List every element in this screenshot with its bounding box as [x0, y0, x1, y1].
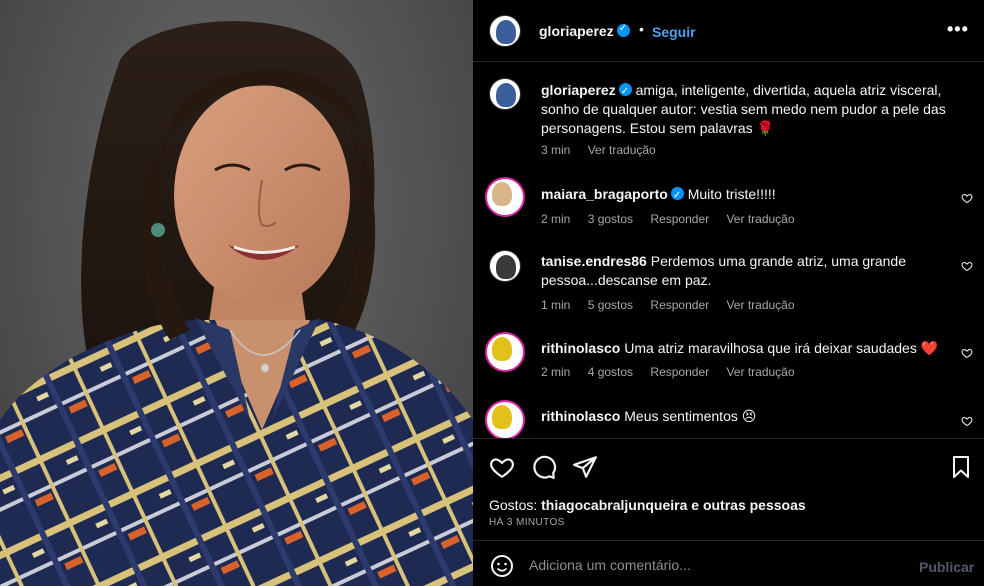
comment-translate-button[interactable]: Ver tradução	[726, 365, 794, 379]
caption-time: 3 min	[541, 143, 571, 157]
caption-text-block: gloriaperez amiga, inteligente, divertid…	[541, 81, 961, 138]
post-header: gloriaperez • Seguir •••	[473, 0, 984, 62]
comment-text-block: rithinolasco Meus sentimentos 😣	[541, 407, 961, 426]
comment-meta: 2 min 3 gostos Responder Ver tradução	[541, 212, 809, 226]
comment-like-heart-icon[interactable]	[961, 415, 973, 427]
comment-translate-button[interactable]: Ver tradução	[726, 212, 794, 226]
caption-translate-button[interactable]: Ver tradução	[588, 143, 656, 157]
comment-username[interactable]: tanise.endres86	[541, 253, 647, 269]
comment-avatar-image	[492, 405, 512, 429]
comment-input[interactable]	[529, 553, 889, 577]
comment-text-block: maiara_bragaporto Muito triste!!!!!	[541, 185, 961, 205]
bookmark-icon[interactable]	[949, 454, 973, 480]
caption-meta: 3 min Ver tradução	[541, 143, 670, 157]
post-actions-section: Gostos: thiagocabraljunqueira e outras p…	[473, 438, 984, 586]
likes-text[interactable]: thiagocabraljunqueira e outras pessoas	[541, 497, 806, 513]
more-options-icon[interactable]: •••	[947, 19, 969, 40]
comment-avatar[interactable]	[485, 177, 525, 217]
comment-like-heart-icon[interactable]	[961, 192, 973, 204]
comment-text: Meus sentimentos 😣	[624, 408, 757, 424]
comment-likes-button[interactable]: 5 gostos	[588, 298, 633, 312]
comment-reply-button[interactable]: Responder	[650, 212, 709, 226]
comment-meta: 2 min 4 gostos Responder Ver tradução	[541, 365, 809, 379]
comments-list[interactable]: gloriaperez amiga, inteligente, divertid…	[473, 62, 984, 438]
author-avatar-image	[496, 20, 516, 44]
portrait-illustration	[0, 21, 473, 586]
author-username-link[interactable]: gloriaperez	[539, 23, 630, 39]
comment-likes-button[interactable]: 3 gostos	[588, 212, 633, 226]
post-photo	[0, 0, 473, 586]
likes-summary[interactable]: Gostos: thiagocabraljunqueira e outras p…	[489, 497, 806, 513]
comment-meta: 1 min 5 gostos Responder Ver tradução	[541, 298, 809, 312]
comment-text-block: tanise.endres86 Perdemos uma grande atri…	[541, 252, 961, 290]
comment-username[interactable]: rithinolasco	[541, 408, 620, 424]
author-avatar[interactable]	[489, 15, 521, 47]
author-username: gloriaperez	[539, 23, 614, 39]
heart-icon[interactable]	[489, 454, 515, 480]
send-icon[interactable]	[572, 454, 598, 480]
comment-avatar-image	[492, 337, 512, 361]
comment-likes-button[interactable]: 4 gostos	[588, 365, 633, 379]
comment-time: 1 min	[541, 298, 571, 312]
caption-username[interactable]: gloriaperez	[541, 82, 616, 98]
verified-badge-icon	[616, 23, 630, 37]
emoji-icon[interactable]	[490, 554, 514, 578]
add-comment-bar: Publicar	[473, 540, 984, 586]
comment-avatar[interactable]	[485, 332, 525, 372]
comment-translate-button[interactable]: Ver tradução	[726, 298, 794, 312]
verified-badge-icon	[618, 82, 632, 101]
comment-avatar[interactable]	[489, 250, 521, 282]
comment-reply-button[interactable]: Responder	[650, 365, 709, 379]
comment-icon[interactable]	[531, 454, 557, 480]
publish-button[interactable]: Publicar	[919, 559, 974, 575]
comment-time: 2 min	[541, 365, 571, 379]
comment-avatar-image	[496, 255, 516, 279]
comment-username[interactable]: rithinolasco	[541, 340, 620, 356]
likes-label: Gostos:	[489, 497, 538, 513]
caption-avatar[interactable]	[489, 78, 521, 110]
comment-text-block: rithinolasco Uma atriz maravilhosa que i…	[541, 339, 961, 358]
comment-text: Uma atriz maravilhosa que irá deixar sau…	[624, 340, 939, 356]
comment-like-heart-icon[interactable]	[961, 347, 973, 359]
caption-avatar-image	[496, 83, 516, 107]
comment-text: Muito triste!!!!!	[687, 186, 776, 202]
comment-reply-button[interactable]: Responder	[650, 298, 709, 312]
post-side-panel: gloriaperez • Seguir ••• gloriaperez ami…	[473, 0, 984, 586]
comment-avatar-image	[492, 182, 512, 206]
comment-time: 2 min	[541, 212, 571, 226]
comment-username[interactable]: maiara_bragaporto	[541, 186, 668, 202]
comment-like-heart-icon[interactable]	[961, 260, 973, 272]
verified-badge-icon	[670, 186, 684, 205]
post-timestamp: HÁ 3 MINUTOS	[489, 517, 565, 528]
comment-avatar[interactable]	[485, 400, 525, 438]
separator-dot: •	[639, 21, 644, 37]
follow-button[interactable]: Seguir	[652, 24, 696, 40]
